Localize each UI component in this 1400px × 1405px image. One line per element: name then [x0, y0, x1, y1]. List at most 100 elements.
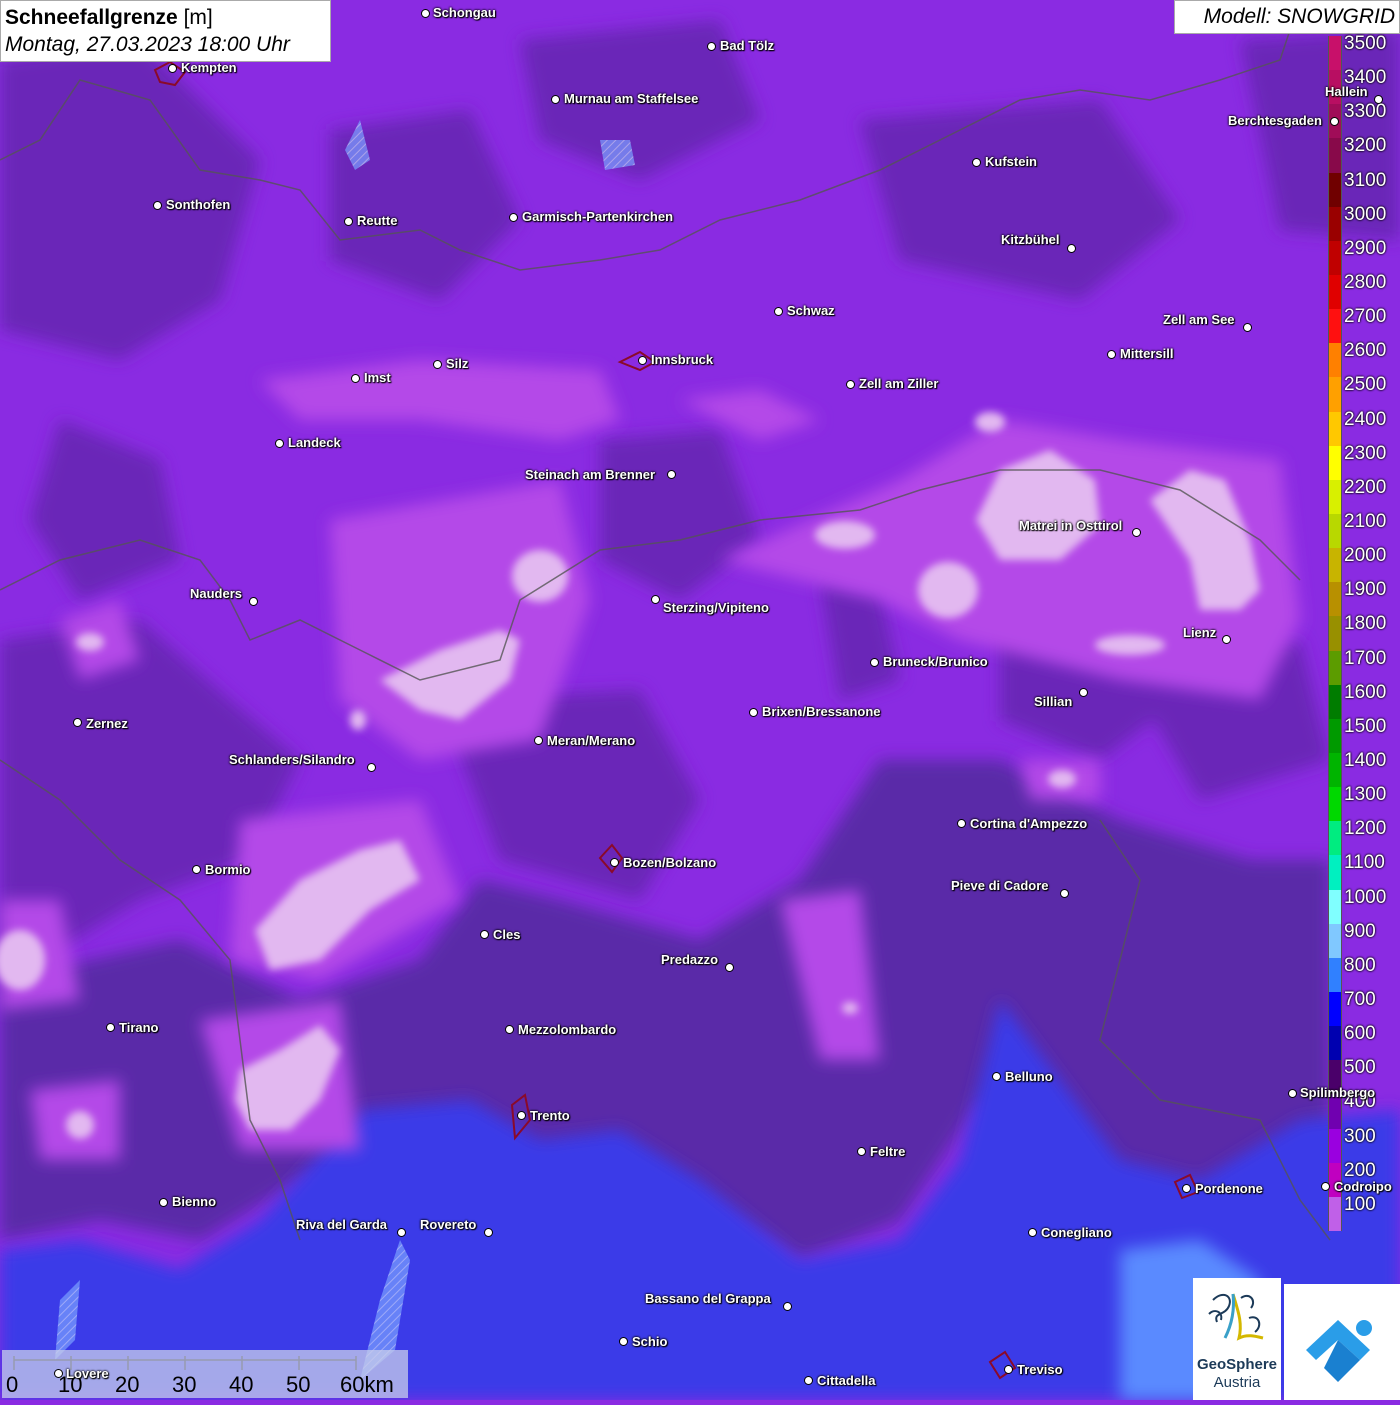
legend-swatch	[1328, 377, 1342, 413]
city-marker	[804, 1376, 813, 1385]
legend-label: 2400	[1344, 408, 1387, 430]
city-marker	[344, 217, 353, 226]
legend-swatch	[1328, 548, 1342, 583]
legend-swatch	[1328, 582, 1342, 617]
legend-label: 2300	[1344, 442, 1387, 464]
geosphere-country: Austria	[1213, 1374, 1261, 1391]
legend-swatch	[1328, 821, 1342, 856]
geosphere-logo: GeoSphere Austria	[1193, 1278, 1281, 1400]
legend-label: 600	[1344, 1023, 1376, 1045]
city-label: Schio	[632, 1334, 668, 1349]
legend-label: 800	[1344, 954, 1376, 976]
legend-label: 2500	[1344, 374, 1387, 396]
city-marker	[275, 439, 284, 448]
city-marker	[857, 1147, 866, 1156]
city-marker	[433, 360, 442, 369]
legend-swatch	[1328, 343, 1342, 378]
city-label: Lienz	[1183, 625, 1217, 640]
city-label: Kitzbühel	[1001, 232, 1060, 247]
legend-swatch	[1328, 445, 1342, 481]
legend-label: 2700	[1344, 306, 1387, 328]
city-marker	[1028, 1228, 1037, 1237]
city-label: Conegliano	[1041, 1225, 1112, 1240]
city-marker	[1243, 323, 1252, 332]
legend-label: 100	[1344, 1193, 1376, 1215]
legend-swatch	[1328, 1196, 1342, 1232]
city-label: Bozen/Bolzano	[623, 855, 717, 870]
city-label: Trento	[530, 1108, 570, 1123]
legend-label: 3300	[1344, 101, 1387, 123]
legend-label: 1400	[1344, 750, 1387, 771]
city-label: Belluno	[1005, 1069, 1053, 1084]
legend-label: 1500	[1344, 715, 1387, 737]
city-label: Bienno	[172, 1194, 217, 1209]
city-label: Bassano del Grappa	[645, 1291, 771, 1306]
city-marker	[774, 307, 783, 316]
legend-swatch	[1328, 650, 1342, 686]
city-label: Sonthofen	[166, 197, 231, 212]
city-marker	[1107, 350, 1116, 359]
city-label: Nauders	[190, 586, 243, 601]
city-label: Sterzing/Vipiteno	[663, 600, 769, 615]
city-marker	[192, 865, 201, 874]
city-label: Innsbruck	[651, 352, 714, 367]
city-label: Steinach am Brenner	[525, 467, 656, 482]
city-label: Mezzolombardo	[518, 1022, 617, 1037]
legend-swatch	[1328, 309, 1342, 344]
legend-label: 2800	[1344, 272, 1387, 293]
legend-label: 2100	[1344, 511, 1387, 532]
legend-swatch	[1328, 718, 1342, 754]
legend-swatch	[1328, 616, 1342, 652]
legend-swatch	[1328, 275, 1342, 310]
city-label: Kempten	[181, 60, 237, 75]
city-marker	[619, 1337, 628, 1346]
city-marker	[54, 1369, 63, 1378]
city-label: Bad Tölz	[720, 38, 775, 53]
map-title-main: Schneefallgrenze	[5, 6, 178, 29]
legend-label: 1900	[1344, 579, 1387, 601]
city-label: Reutte	[357, 213, 398, 228]
city-marker	[421, 9, 430, 18]
city-marker	[534, 736, 543, 745]
city-label: Cittadella	[817, 1373, 876, 1388]
legend-swatch	[1328, 684, 1342, 720]
city-label: Sillian	[1034, 694, 1073, 709]
city-marker	[505, 1025, 514, 1034]
city-label: Bruneck/Brunico	[883, 654, 988, 669]
legend-swatch	[1328, 957, 1342, 993]
legend-label: 3000	[1344, 203, 1387, 225]
legend-swatch	[1328, 855, 1342, 891]
city-marker	[667, 470, 676, 479]
city-label: Feltre	[870, 1144, 906, 1159]
legend-label: 2600	[1344, 340, 1387, 362]
legend-swatch	[1328, 889, 1342, 925]
city-marker	[725, 963, 734, 972]
city-label: Bormio	[205, 862, 251, 877]
legend-label: 500	[1344, 1057, 1376, 1079]
city-marker	[1132, 528, 1141, 537]
city-label: Berchtesgaden	[1228, 113, 1322, 128]
city-marker	[351, 374, 360, 383]
city-marker	[249, 597, 258, 606]
city-label: Kufstein	[985, 154, 1037, 169]
geosphere-name: GeoSphere	[1196, 1356, 1278, 1373]
legend-label: 300	[1344, 1125, 1376, 1147]
legend-label: 900	[1344, 920, 1376, 942]
city-marker	[153, 201, 162, 210]
city-label: Tirano	[119, 1020, 159, 1035]
geosphere-emblem-icon	[1208, 1293, 1264, 1341]
city-label: Predazzo	[661, 952, 719, 967]
legend-label: 1700	[1344, 647, 1387, 669]
city-label: Treviso	[1017, 1362, 1063, 1377]
legend-swatch	[1328, 411, 1342, 447]
city-marker	[957, 819, 966, 828]
legend-label: 700	[1344, 989, 1376, 1010]
city-label: Lovere	[66, 1366, 109, 1381]
city-marker	[551, 95, 560, 104]
city-marker	[106, 1023, 115, 1032]
legend-label: 2200	[1344, 476, 1387, 498]
city-marker	[159, 1198, 168, 1207]
city-marker	[749, 708, 758, 717]
city-marker	[517, 1111, 526, 1120]
city-label: Brixen/Bressanone	[762, 704, 881, 719]
